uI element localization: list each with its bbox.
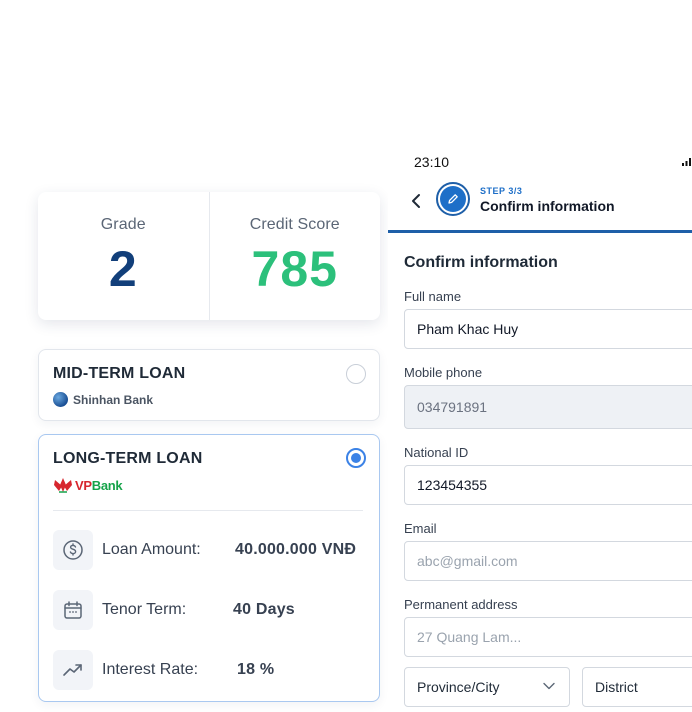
district-label: District <box>595 679 638 695</box>
loan-amount-label: Loan Amount: <box>102 541 201 558</box>
section-title: Confirm information <box>404 254 558 271</box>
interest-rate-row: Interest Rate: 18 % <box>53 650 367 690</box>
credit-score-label: Credit Score <box>249 216 340 233</box>
interest-rate-value: 18 % <box>237 661 275 678</box>
step-title: Confirm information <box>480 198 615 214</box>
bank-row: Shinhan Bank <box>53 392 153 407</box>
credit-score-panel: Credit Score 785 <box>208 192 381 320</box>
loan-title: LONG-TERM LOAN <box>53 450 203 467</box>
trending-up-icon <box>53 650 93 690</box>
phone-screen: 23:10 STEP 3/3 Confirm information Confi… <box>388 145 692 712</box>
mobile-phone-field: 034791891 <box>404 385 692 429</box>
bank-row: VPBank <box>53 476 123 494</box>
bank-name: Shinhan Bank <box>73 392 154 407</box>
email-label: Email <box>404 521 437 536</box>
step-label: STEP 3/3 <box>480 186 523 196</box>
long-term-loan-card[interactable]: LONG-TERM LOAN VPBank Loan Amount: 40.00… <box>38 434 380 702</box>
national-id-label: National ID <box>404 445 469 460</box>
loan-amount-value: 40.000.000 VNĐ <box>235 541 357 558</box>
full-name-field[interactable]: Pham Khac Huy <box>404 309 692 349</box>
tenor-term-value: 40 Days <box>233 601 295 618</box>
long-term-loan-radio[interactable] <box>346 448 366 468</box>
signal-icon <box>682 158 691 166</box>
status-time: 23:10 <box>414 154 450 170</box>
province-city-select[interactable]: Province/City <box>404 667 570 707</box>
province-city-label: Province/City <box>417 679 500 695</box>
national-id-field[interactable]: 123454355 <box>404 465 692 505</box>
grade-panel: Grade 2 <box>38 192 209 320</box>
chevron-left-icon[interactable] <box>409 191 423 211</box>
full-name-label: Full name <box>404 289 462 304</box>
loan-amount-row: Loan Amount: 40.000.000 VNĐ <box>53 530 367 570</box>
loan-title: MID-TERM LOAN <box>53 365 186 382</box>
step-header: STEP 3/3 Confirm information <box>388 179 692 233</box>
pencil-icon <box>440 186 466 212</box>
permanent-address-label: Permanent address <box>404 597 518 612</box>
mobile-phone-label: Mobile phone <box>404 365 483 380</box>
permanent-address-field[interactable]: 27 Quang Lam... <box>404 617 692 657</box>
grade-value: 2 <box>108 241 138 297</box>
step-badge <box>436 182 470 216</box>
score-card: Grade 2 Credit Score 785 <box>38 192 380 320</box>
divider <box>53 510 363 511</box>
mid-term-loan-card[interactable]: MID-TERM LOAN Shinhan Bank <box>38 349 380 421</box>
dollar-circle-icon <box>53 530 93 570</box>
calendar-icon <box>53 590 93 630</box>
credit-score-value: 785 <box>251 241 338 297</box>
district-select[interactable]: District <box>582 667 692 707</box>
tenor-term-row: Tenor Term: 40 Days <box>53 590 367 630</box>
shinhan-bank-logo <box>53 392 68 407</box>
bank-name: VPBank <box>75 477 123 493</box>
grade-label: Grade <box>100 216 146 233</box>
tenor-term-label: Tenor Term: <box>102 601 187 618</box>
email-field[interactable]: abc@gmail.com <box>404 541 692 581</box>
interest-rate-label: Interest Rate: <box>102 661 199 678</box>
chevron-down-icon <box>543 682 555 690</box>
vpbank-logo <box>54 478 72 493</box>
mid-term-loan-radio[interactable] <box>346 364 366 384</box>
